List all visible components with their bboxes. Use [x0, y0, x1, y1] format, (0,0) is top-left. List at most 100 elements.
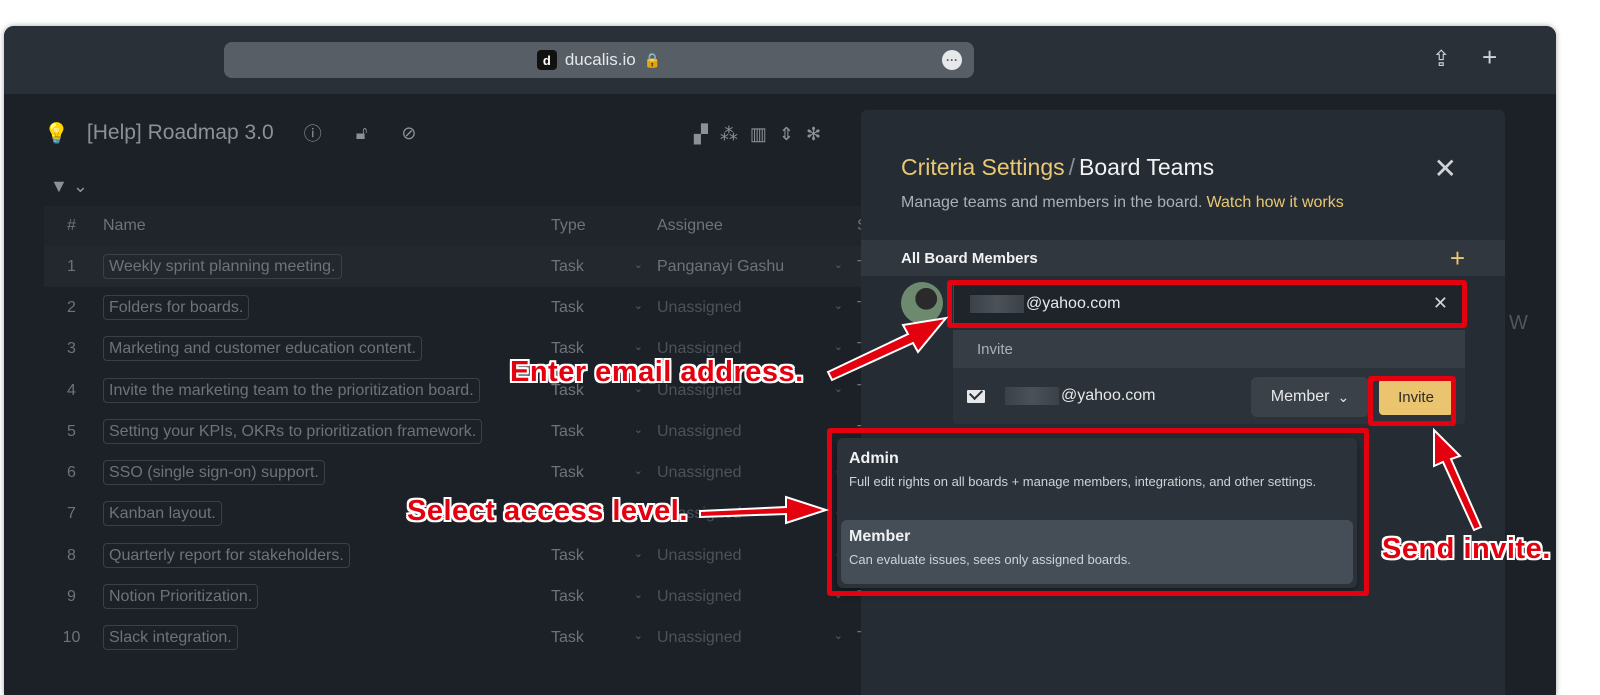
address-bar[interactable]: d ducalis.io 🔒 ··· [224, 42, 974, 78]
table-header: # Name Type Assignee S [44, 206, 904, 246]
dropdown-header: Invite [953, 330, 1465, 368]
chevron-down-icon: ⌄ [633, 630, 643, 643]
sort-icon[interactable]: ⇕ [779, 124, 794, 145]
breadcrumb-criteria-settings[interactable]: Criteria Settings [901, 154, 1065, 180]
row-assignee[interactable]: Panganayi Gashu ⌄ [657, 258, 857, 276]
row-number: 1 [67, 257, 76, 275]
row-type[interactable]: Task ⌄ [551, 299, 657, 317]
row-name[interactable]: Quarterly report for stakeholders. [99, 542, 551, 568]
row-name[interactable]: SSO (single sign-on) support. [99, 460, 551, 486]
url-text: ducalis.io [564, 50, 636, 69]
lock-icon: 🔒 [643, 51, 662, 68]
row-assignee-text: Unassigned [657, 464, 742, 482]
row-number: 4 [67, 381, 76, 399]
chevron-down-icon: ⌄ [833, 341, 843, 354]
table-row[interactable]: 1 Weekly sprint planning meeting. Task ⌄ Pan… [44, 246, 904, 288]
row-name[interactable]: Notion Prioritization. [99, 584, 551, 610]
row-number: 2 [67, 298, 76, 316]
annotation-send-invite: Send invite. [1382, 533, 1551, 565]
row-assignee[interactable]: Unassigned ⌄ [657, 629, 857, 647]
add-member-icon[interactable]: + [1450, 243, 1465, 274]
row-type[interactable]: Task ⌄ [551, 629, 657, 647]
row-type[interactable]: Task ⌄ [551, 423, 657, 441]
row-name-text: Slack integration. [103, 625, 238, 651]
row-type-text: Task [551, 629, 584, 647]
board-header: 💡 [Help] Roadmap 3.0 ⓘ 🔓︎ ⊘ [44, 120, 416, 146]
row-assignee-text: Unassigned [657, 588, 742, 606]
breadcrumb-separator: / [1068, 154, 1076, 180]
chevron-down-icon: ⌄ [633, 423, 643, 436]
filter-icon[interactable]: ▼ ⌄ [50, 176, 88, 197]
watch-how-link[interactable]: Watch how it works [1207, 194, 1344, 211]
row-name-text: Quarterly report for stakeholders. [103, 542, 350, 568]
table-row[interactable]: 6 SSO (single sign-on) support. Task ⌄ Unass… [44, 452, 904, 493]
row-assignee[interactable]: Unassigned ⌄ [657, 299, 857, 317]
column-num: # [67, 217, 76, 234]
row-name-text: Folders for boards. [103, 294, 250, 320]
row-name[interactable]: Invite the marketing team to the priorit… [99, 377, 551, 403]
row-type-text: Task [551, 298, 584, 316]
matrix-view-icon[interactable]: ▞ [694, 124, 708, 145]
row-type[interactable]: Task ⌄ [551, 464, 657, 482]
role-selected-label: Member [1270, 388, 1330, 405]
row-assignee-text: Unassigned [657, 546, 742, 564]
row-number: 10 [62, 629, 81, 647]
group-view-icon[interactable]: ⁂ [720, 124, 738, 145]
role-select[interactable]: Member ⌄ [1251, 377, 1369, 417]
table-row[interactable]: 10Slack integration.Task⌄Unassigned⌄T [44, 618, 904, 659]
table-row[interactable]: 8 Quarterly report for stakeholders. Task ⌄… [44, 535, 904, 576]
highlight-email-field [947, 280, 1467, 328]
row-type-text: Task [551, 588, 584, 606]
settings-icon[interactable]: ✻ [806, 124, 821, 145]
table-row[interactable]: 9Notion Prioritization.Task⌄Unassigned⌄T [44, 576, 904, 617]
row-name-text: SSO (single sign-on) support. [103, 460, 325, 486]
faded-background-text: W [1509, 312, 1528, 334]
table-row[interactable]: 2Folders for boards.Task⌄Unassigned⌄T [44, 287, 904, 328]
info-icon[interactable]: ⓘ [304, 120, 322, 146]
row-type-text: Task [551, 257, 584, 275]
row-name-text: Marketing and customer education content… [103, 336, 422, 362]
row-assignee-text: Unassigned [657, 298, 742, 316]
row-type[interactable]: Task ⌄ [551, 547, 657, 565]
chevron-down-icon: ⌄ [633, 589, 643, 602]
unlock-icon[interactable]: 🔓︎ [356, 123, 368, 144]
row-name[interactable]: Marketing and customer education content… [99, 336, 551, 362]
new-tab-icon[interactable]: + [1482, 42, 1497, 73]
column-assignee[interactable]: Assignee [657, 217, 857, 235]
breadcrumb-board-teams: Board Teams [1079, 154, 1215, 180]
suggestion-email: @yahoo.com [1061, 387, 1156, 404]
row-number: 8 [67, 546, 76, 564]
section-label: All Board Members [901, 249, 1038, 267]
page-menu-icon[interactable]: ··· [942, 50, 962, 70]
board-title: [Help] Roadmap 3.0 [86, 121, 274, 144]
column-name[interactable]: Name [99, 217, 551, 235]
row-number: 6 [67, 464, 76, 482]
chevron-down-icon: ⌄ [633, 547, 643, 560]
row-name-text: Notion Prioritization. [103, 584, 259, 610]
row-type[interactable]: Task ⌄ [551, 588, 657, 606]
all-members-section: All Board Members + [861, 240, 1505, 276]
row-name[interactable]: Weekly sprint planning meeting. [99, 253, 551, 279]
row-name[interactable]: Slack integration. [99, 625, 551, 651]
mail-icon [967, 389, 985, 403]
column-type[interactable]: Type [551, 217, 657, 235]
row-name[interactable]: Folders for boards. [99, 294, 551, 320]
share-icon[interactable]: ⇪ [1432, 46, 1450, 72]
table-row[interactable]: 5 Setting your KPIs, OKRs to prioritizati… [44, 411, 904, 452]
chevron-down-icon: ⌄ [833, 382, 843, 395]
row-type-text: Task [551, 422, 584, 440]
chevron-down-icon: ⌄ [833, 258, 843, 271]
row-type[interactable]: Task ⌄ [551, 258, 657, 276]
pin-off-icon[interactable]: ⊘ [401, 123, 416, 144]
lightbulb-icon: 💡 [44, 122, 69, 145]
board-view-icon[interactable]: ▥ [750, 124, 767, 145]
chevron-down-icon: ⌄ [833, 299, 843, 312]
view-switcher: ▞ ⁂ ▥ ⇕ ✻ [694, 124, 821, 145]
row-name[interactable]: Setting your KPIs, OKRs to prioritizatio… [99, 418, 551, 444]
subtitle-text: Manage teams and members in the board. [901, 194, 1203, 211]
chevron-down-icon: ⌄ [633, 465, 643, 478]
row-assignee-text: Panganayi Gashu [657, 257, 785, 275]
annotation-select-access: Select access level. [407, 495, 688, 527]
chevron-down-icon: ⌄ [633, 258, 643, 271]
close-icon[interactable]: ✕ [1434, 152, 1457, 185]
